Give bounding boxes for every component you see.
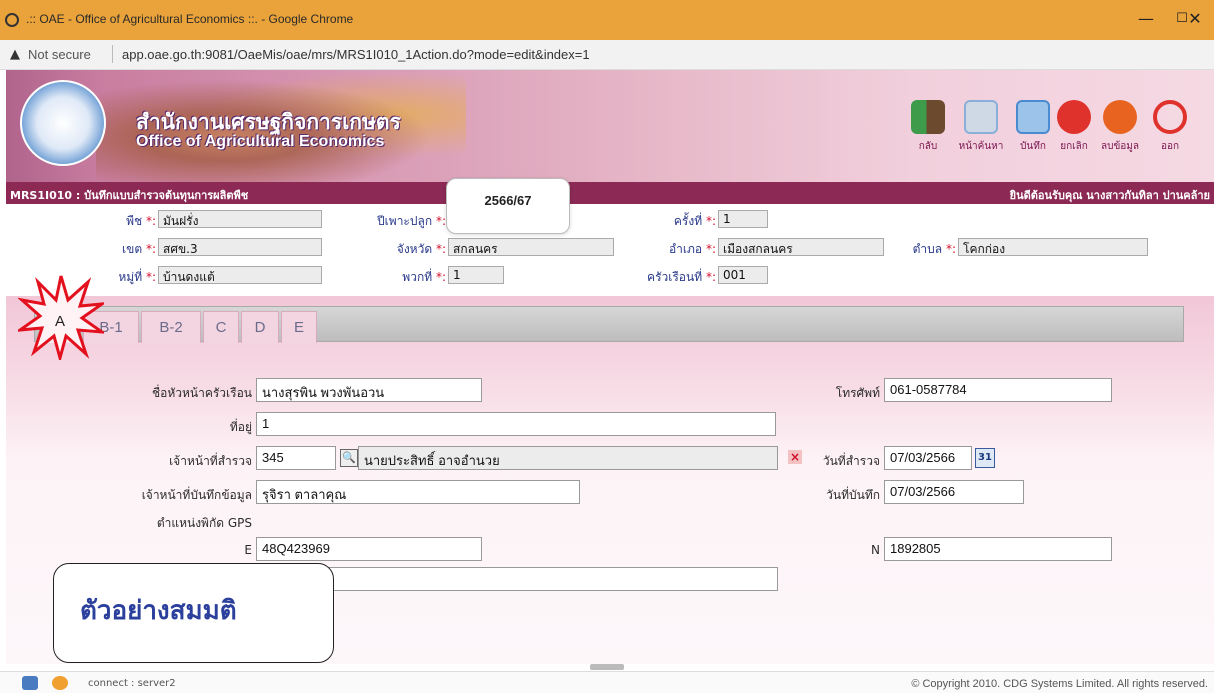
- gps-e-input[interactable]: 48Q423969: [256, 537, 482, 561]
- season-label: ปีเพาะปลูก *:: [377, 214, 446, 228]
- monitor-icon: [22, 676, 38, 690]
- household-no-label: ครัวเรือนที่ *:: [647, 270, 716, 284]
- additional-input[interactable]: [256, 567, 778, 591]
- recorder-label: เจ้าหน้าที่บันทึกข้อมูล: [141, 488, 252, 502]
- record-date-label: วันที่บันทึก: [826, 488, 880, 502]
- program-title: MRS1I010 : บันทึกแบบสำรวจต้นทุนการผลิตพื…: [10, 189, 249, 202]
- surveyor-name-field: นายประสิทธิ์ อาจอำนวย: [358, 446, 778, 470]
- round-label: ครั้งที่ *:: [673, 214, 716, 228]
- window-title: .:: OAE - Office of Agricultural Economi…: [26, 12, 354, 26]
- gps-label: ตำแหน่งพิกัด GPS: [156, 516, 252, 530]
- subdistrict-label: ตำบล *:: [912, 242, 956, 256]
- recorder-input[interactable]: รุจิรา ตาลาคุณ: [256, 480, 580, 504]
- survey-date-input[interactable]: 07/03/2566: [884, 446, 972, 470]
- zone-field: สศข.3: [158, 238, 322, 256]
- gps-e-label: E: [244, 543, 252, 557]
- window-title-bar: .:: OAE - Office of Agricultural Economi…: [0, 0, 1214, 40]
- survey-date-label: วันที่สำรวจ: [822, 454, 880, 468]
- exit-button[interactable]: ออก: [1150, 100, 1190, 154]
- cancel-button[interactable]: ยกเลิก: [1054, 100, 1094, 154]
- gps-n-label: N: [871, 543, 880, 557]
- oae-logo: [20, 80, 106, 166]
- page-banner: สำนักงานเศรษฐกิจการเกษตร Office of Agric…: [6, 70, 1214, 182]
- copyright: © Copyright 2010. CDG Systems Limited. A…: [911, 678, 1208, 690]
- cancel-icon: [1057, 100, 1091, 134]
- close-button[interactable]: ✕: [1176, 6, 1214, 32]
- phone-label: โทรศัพท์: [835, 386, 880, 400]
- org-name-english: Office of Agricultural Economics: [136, 133, 385, 150]
- status-bar: connect : server2 © Copyright 2010. CDG …: [0, 671, 1214, 693]
- address-label: ที่อยู่: [229, 420, 252, 434]
- gps-n-input[interactable]: 1892805: [884, 537, 1112, 561]
- group-label: พวกที่ *:: [402, 270, 446, 284]
- district-label: อำเภอ *:: [668, 242, 716, 256]
- phone-input[interactable]: 061-0587784: [884, 378, 1112, 402]
- subdistrict-field: โคกก่อง: [958, 238, 1148, 256]
- back-door-icon: [911, 100, 945, 134]
- household-no-field: 001: [718, 266, 768, 284]
- save-button[interactable]: บันทึก: [1014, 100, 1052, 154]
- sample-callout: ตัวอย่างสมมติ: [53, 563, 334, 663]
- search-page-button[interactable]: หน้าค้นหา: [952, 100, 1010, 154]
- minimize-button[interactable]: —: [1126, 6, 1166, 32]
- program-bar: MRS1I010 : บันทึกแบบสำรวจต้นทุนการผลิตพื…: [6, 182, 1214, 204]
- head-label: ชื่อหัวหน้าครัวเรือน: [151, 386, 252, 400]
- smiley-icon: [52, 676, 68, 690]
- welcome-text: ยินดีต้อนรับคุณ นางสาวกันทิลา ปานคล้าย: [1009, 189, 1210, 202]
- address-divider: [112, 45, 113, 63]
- village-field: บ้านดงแต้: [158, 266, 322, 284]
- round-field: 1: [718, 210, 768, 228]
- surveyor-lookup-icon[interactable]: 🔍: [340, 449, 358, 467]
- tab-a-label-overlay[interactable]: A: [40, 306, 80, 338]
- crop-field: มันฝรั่ง: [158, 210, 322, 228]
- crop-label: พืช *:: [126, 214, 156, 228]
- delete-button[interactable]: ลบข้อมูล: [1096, 100, 1144, 154]
- address-input[interactable]: 1: [256, 412, 776, 436]
- surveyor-label: เจ้าหน้าที่สำรวจ: [169, 454, 252, 468]
- security-status[interactable]: Not secure: [28, 47, 91, 62]
- district-field: เมืองสกลนคร: [718, 238, 884, 256]
- tab-strip: A B-1 B-2 C D E: [34, 306, 1184, 343]
- tab-b2[interactable]: B-2: [141, 311, 201, 343]
- power-icon: [1153, 100, 1187, 134]
- surveyor-code-input[interactable]: 345: [256, 446, 336, 470]
- tab-d[interactable]: D: [241, 311, 279, 343]
- group-field: 1: [448, 266, 504, 284]
- address-bar[interactable]: ▲ Not secure app.oae.go.th:9081/OaeMis/o…: [0, 40, 1214, 70]
- tab-c[interactable]: C: [203, 311, 239, 343]
- chrome-app-icon: [5, 13, 19, 27]
- url-text[interactable]: app.oae.go.th:9081/OaeMis/oae/mrs/MRS1I0…: [122, 47, 590, 62]
- season-value-popup: 2566/67: [446, 178, 570, 234]
- search-page-icon: [964, 100, 998, 134]
- head-name-input[interactable]: นางสุรพิน พวงพันอวน: [256, 378, 482, 402]
- tab-e[interactable]: E: [281, 311, 317, 343]
- warning-icon: ▲: [10, 47, 20, 62]
- zone-label: เขต *:: [122, 242, 156, 256]
- province-label: จังหวัด *:: [396, 242, 446, 256]
- save-icon: [1016, 100, 1050, 134]
- record-date-input[interactable]: 07/03/2566: [884, 480, 1024, 504]
- connection-status: connect : server2: [88, 678, 176, 689]
- back-button[interactable]: กลับ: [908, 100, 948, 154]
- resize-handle[interactable]: [590, 664, 624, 670]
- delete-icon: [1103, 100, 1137, 134]
- survey-header-info: พืช *: มันฝรั่ง ปีเพาะปลูก *: ครั้งที่ *…: [6, 204, 1214, 294]
- calendar-icon[interactable]: 31: [975, 448, 995, 468]
